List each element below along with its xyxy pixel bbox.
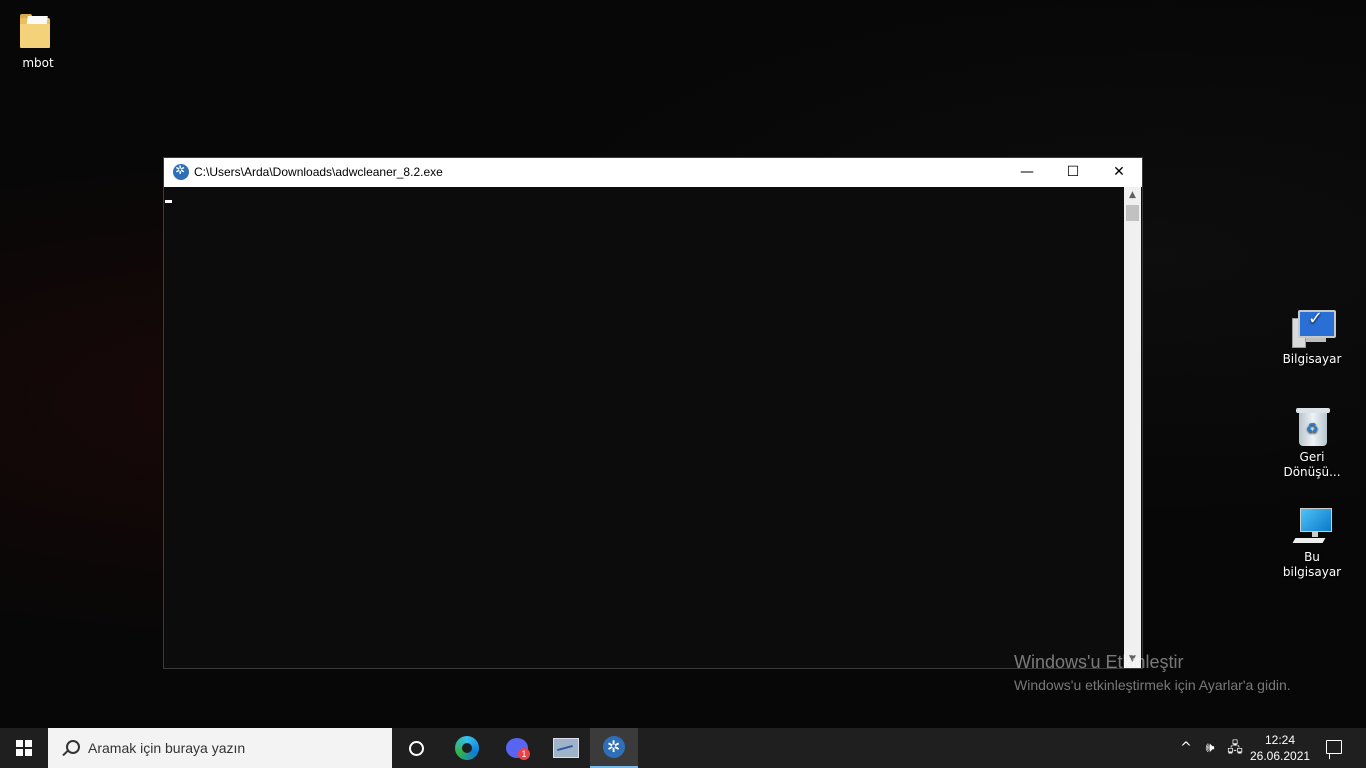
windows-logo-icon <box>16 740 32 756</box>
volume-icon[interactable]: 🕪 <box>1200 728 1220 768</box>
taskbar-app-resource-monitor[interactable] <box>541 728 589 768</box>
watermark-subtitle: Windows'u etkinleştirmek için Ayarlar'a … <box>1014 677 1291 693</box>
adwcleaner-console-window[interactable]: C:\Users\Arda\Downloads\adwcleaner_8.2.e… <box>163 157 1143 669</box>
adwcleaner-icon <box>173 163 189 180</box>
notification-icon <box>1326 740 1342 754</box>
clock-time: 12:24 <box>1264 733 1296 747</box>
cortana-icon <box>409 741 424 756</box>
search-icon <box>60 738 80 758</box>
recycle-bin-icon: ♻ <box>1292 406 1332 446</box>
this-pc-icon <box>1292 506 1332 546</box>
resource-monitor-icon <box>553 738 579 758</box>
desktop-icon-label: mbot <box>22 56 54 70</box>
watermark-title: Windows'u Etkinleştir <box>1014 652 1184 672</box>
vertical-scrollbar[interactable]: ▲ ▼ <box>1124 187 1141 668</box>
desktop-icon-label: Geri Dönüşü... <box>1283 450 1341 479</box>
show-hidden-icons-chevron-icon[interactable]: ^ <box>1176 728 1196 768</box>
minimize-button[interactable]: — <box>1004 158 1050 187</box>
cortana-button[interactable] <box>392 728 440 768</box>
window-titlebar[interactable]: C:\Users\Arda\Downloads\adwcleaner_8.2.e… <box>164 158 1142 187</box>
desktop-icon-bilgisayar[interactable]: ✓ Bilgisayar <box>1274 308 1350 367</box>
window-title: C:\Users\Arda\Downloads\adwcleaner_8.2.e… <box>194 165 443 179</box>
maximize-button[interactable]: ☐ <box>1050 158 1096 187</box>
network-icon[interactable]: 🖧 <box>1224 728 1246 768</box>
computer-icon: ✓ <box>1292 308 1336 348</box>
notification-badge: 1 <box>518 748 530 760</box>
taskbar: Aramak için buraya yazın 1 ^ 🕪 🖧 12:24 2… <box>0 728 1366 768</box>
taskbar-app-adwcleaner[interactable] <box>590 728 638 768</box>
desktop-icon-recycle-bin[interactable]: ♻ Geri Dönüşü... <box>1274 406 1350 480</box>
desktop-icon-label: Bilgisayar <box>1282 352 1342 366</box>
edge-icon <box>455 736 479 760</box>
scroll-up-arrow-icon[interactable]: ▲ <box>1124 187 1141 204</box>
search-placeholder: Aramak için buraya yazın <box>88 740 246 756</box>
taskbar-app-discord[interactable]: 1 <box>492 728 540 768</box>
desktop-icon-mbot[interactable]: mbot <box>0 12 76 71</box>
clock-date: 26.06.2021 <box>1250 749 1311 763</box>
scroll-thumb[interactable] <box>1126 205 1139 221</box>
activation-watermark: Windows'u Etkinleştir Windows'u etkinleş… <box>1014 650 1291 696</box>
text-cursor <box>165 200 172 203</box>
action-center-button[interactable] <box>1314 728 1354 768</box>
desktop-icon-label: Bu bilgisayar <box>1282 550 1342 579</box>
desktop-icon-this-pc[interactable]: Bu bilgisayar <box>1274 506 1350 580</box>
start-button[interactable] <box>0 728 48 768</box>
adwcleaner-icon <box>603 736 625 758</box>
taskbar-search-box[interactable]: Aramak için buraya yazın <box>48 728 392 768</box>
taskbar-app-edge[interactable] <box>443 728 491 768</box>
close-button[interactable]: ✕ <box>1096 158 1142 187</box>
clock[interactable]: 12:24 26.06.2021 <box>1250 732 1310 764</box>
console-output[interactable] <box>164 187 1124 668</box>
folder-icon <box>18 12 58 52</box>
